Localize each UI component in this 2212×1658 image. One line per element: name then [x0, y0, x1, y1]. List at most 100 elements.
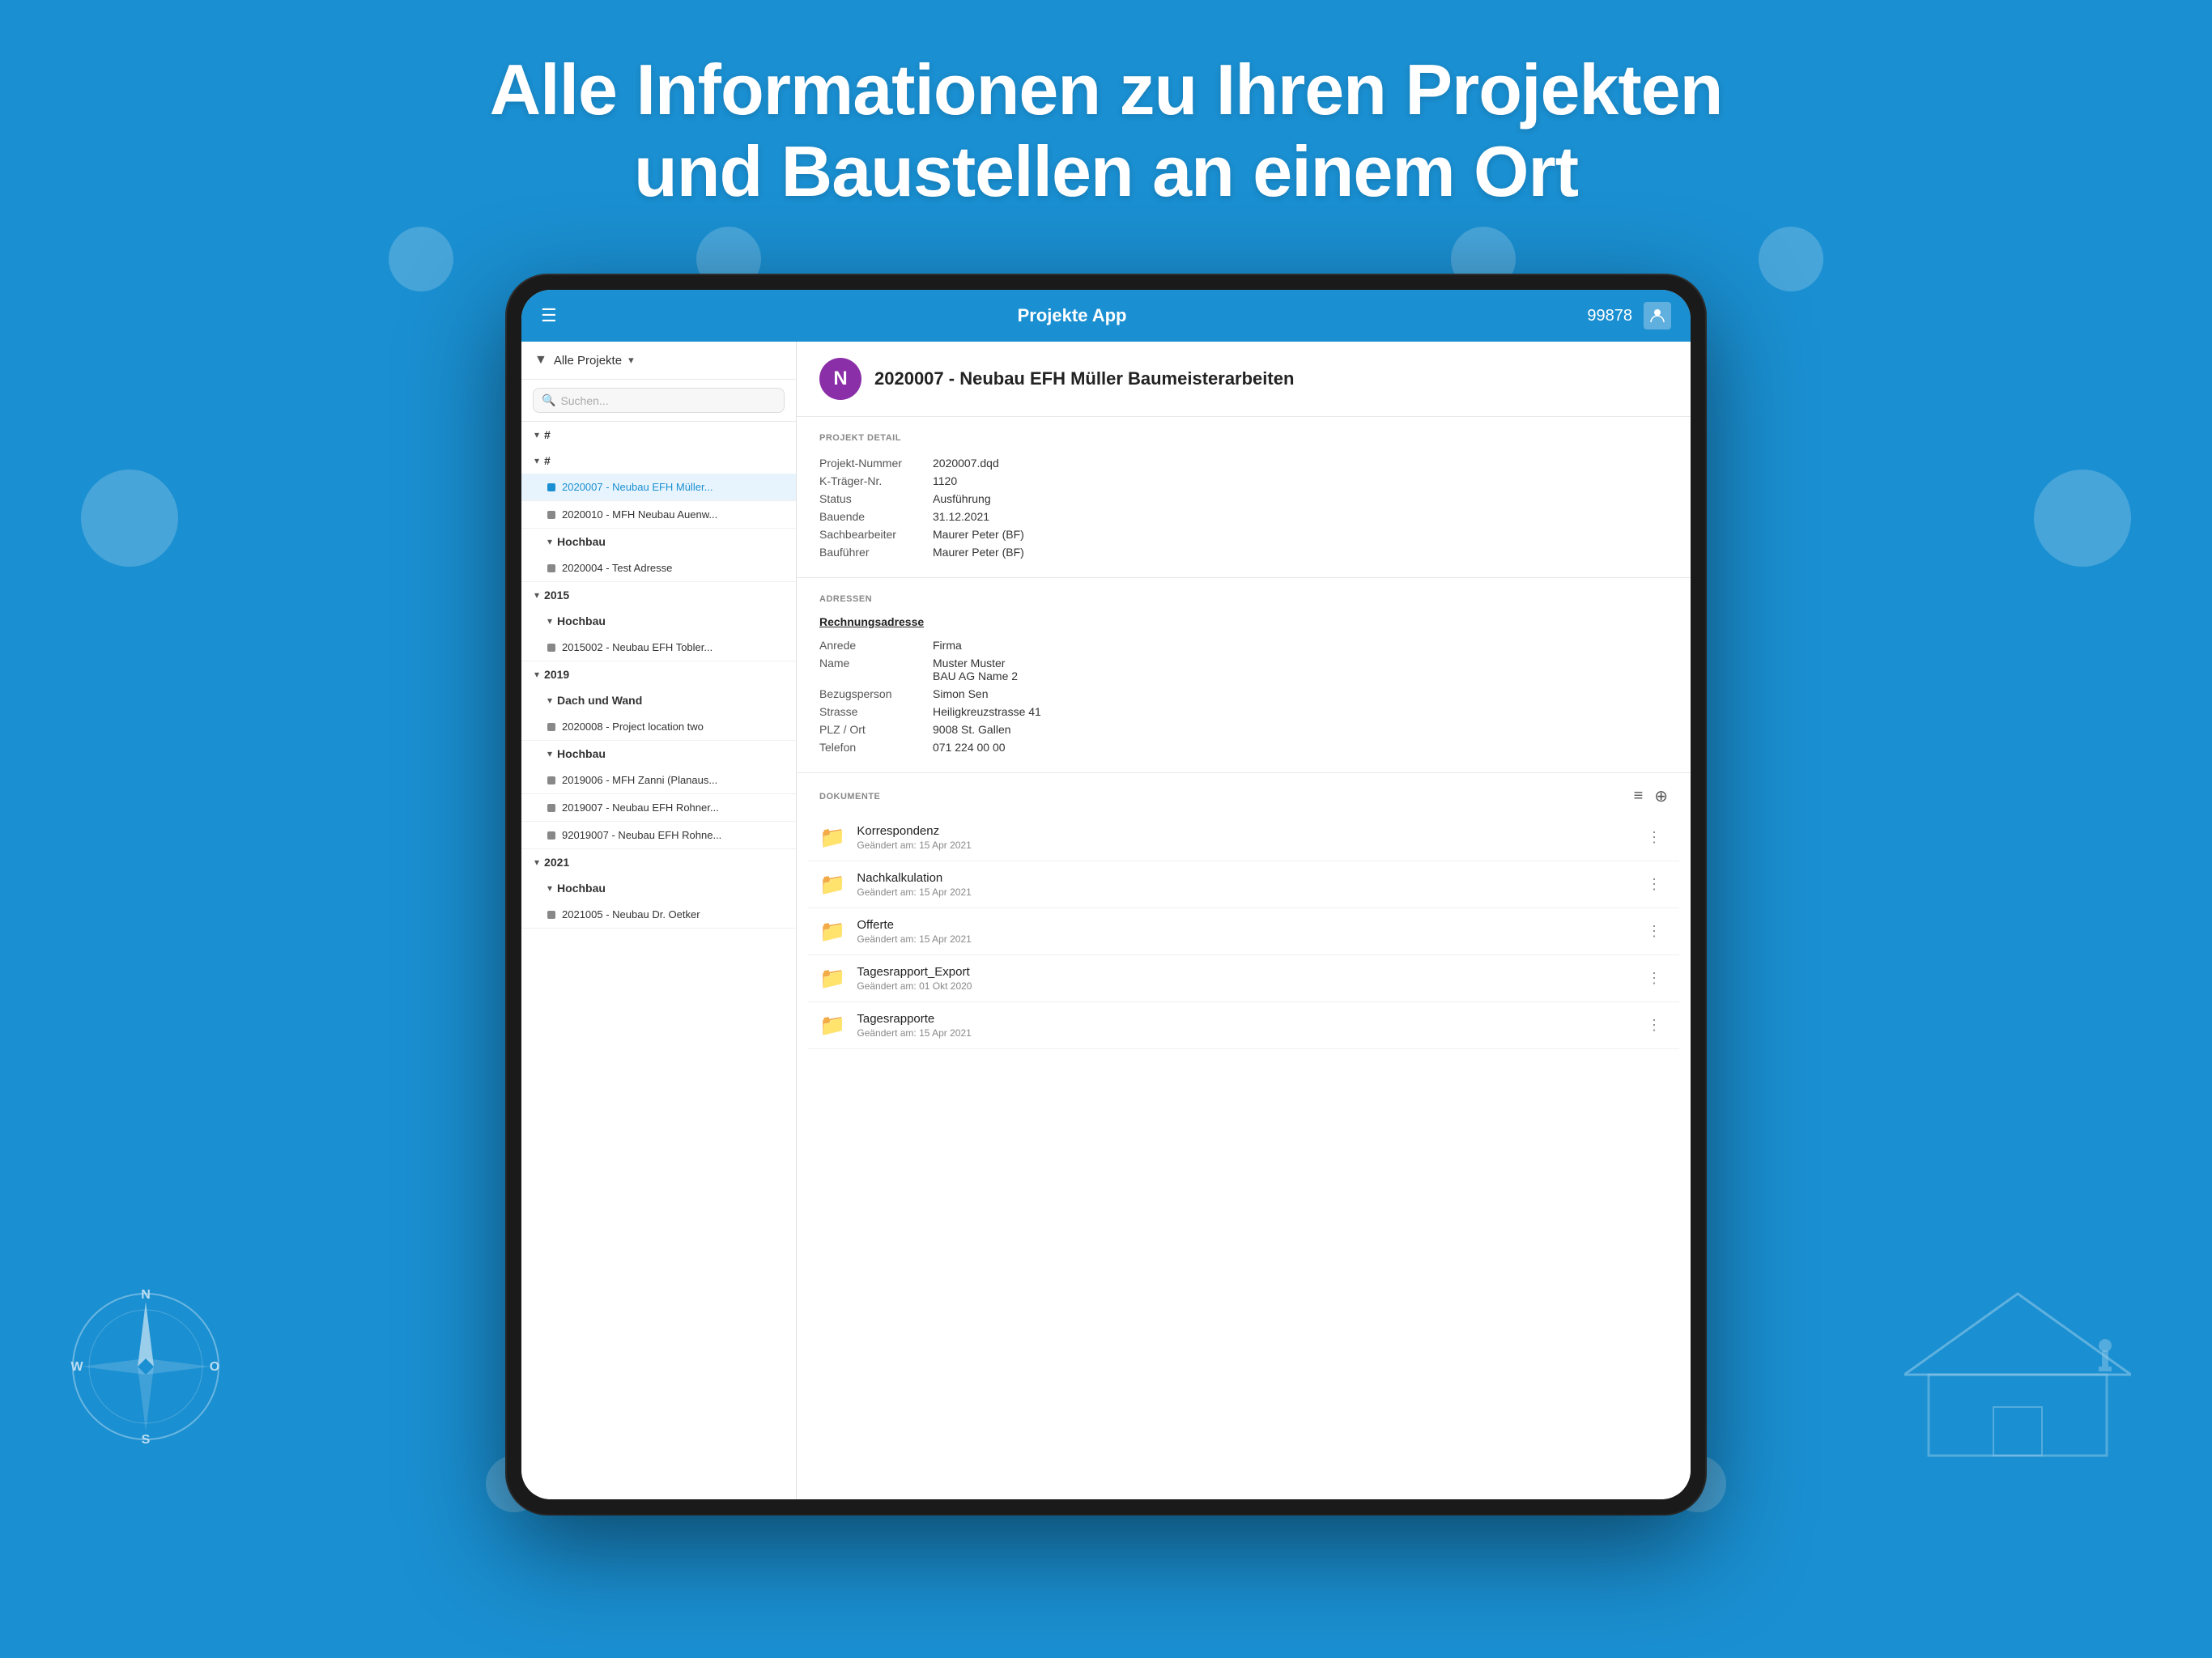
- subgroup-hochbau-1[interactable]: ▾ Hochbau: [521, 529, 796, 555]
- doc-info: Korrespondenz Geändert am: 15 Apr 2021: [857, 824, 1629, 851]
- group-header-hash1[interactable]: ▾ #: [521, 422, 796, 448]
- doc-menu-button[interactable]: ⋮: [1640, 920, 1668, 943]
- user-avatar-button[interactable]: [1644, 302, 1671, 329]
- item-icon: [547, 911, 555, 919]
- doc-info: Offerte Geändert am: 15 Apr 2021: [857, 918, 1629, 945]
- anrede-value[interactable]: Firma: [933, 636, 1668, 654]
- doc-item-offerte[interactable]: 📁 Offerte Geändert am: 15 Apr 2021 ⋮: [808, 908, 1679, 955]
- name-value[interactable]: Muster MusterBAU AG Name 2: [933, 654, 1668, 685]
- deco-circle-6: [2034, 470, 2131, 567]
- doc-info: Nachkalkulation Geändert am: 15 Apr 2021: [857, 871, 1629, 898]
- item-icon: [547, 804, 555, 812]
- subgroup-hochbau-3[interactable]: ▾ Hochbau: [521, 741, 796, 767]
- subgroup-dach-wand[interactable]: ▾ Dach und Wand: [521, 687, 796, 713]
- group-chevron-icon: ▾: [534, 429, 539, 440]
- deco-circle-5: [81, 470, 178, 567]
- menu-button[interactable]: ☰: [541, 305, 557, 326]
- sidebar-list: ▾ # ▾ # 2020007 - Neubau EFH Müller...: [521, 422, 796, 1499]
- compass-icon: N S O W: [65, 1286, 227, 1448]
- detail-row-bauende: Bauende 31.12.2021: [819, 508, 1668, 525]
- adressen-section: ADRESSEN Rechnungsadresse Anrede Firma N…: [797, 578, 1691, 773]
- strasse-value[interactable]: Heiligkreuzstrasse 41: [933, 703, 1668, 721]
- doc-menu-button[interactable]: ⋮: [1640, 967, 1668, 990]
- svg-text:O: O: [210, 1360, 219, 1374]
- subgroup-chevron: ▾: [547, 695, 552, 706]
- subgroup-hochbau-2[interactable]: ▾ Hochbau: [521, 608, 796, 634]
- doc-add-button[interactable]: ⊕: [1654, 786, 1668, 806]
- filter-icon: ▼: [534, 353, 547, 368]
- tablet-outer: ☰ Projekte App 99878: [507, 275, 1705, 1514]
- subgroup-chevron: ▾: [547, 536, 552, 547]
- addr-row-bezugsperson: Bezugsperson Simon Sen: [819, 685, 1668, 703]
- sidebar-item-2020008[interactable]: 2020008 - Project location two: [521, 713, 796, 741]
- person-icon: [1649, 308, 1665, 324]
- projekt-nummer-value[interactable]: 2020007.dqd: [933, 454, 1668, 472]
- tablet-screen: ☰ Projekte App 99878: [521, 290, 1691, 1499]
- group-header-2021[interactable]: ▾ 2021: [521, 849, 796, 875]
- group-header-2015[interactable]: ▾ 2015: [521, 582, 796, 608]
- doc-item-nachkalkulation[interactable]: 📁 Nachkalkulation Geändert am: 15 Apr 20…: [808, 861, 1679, 908]
- doc-item-tagesrapporte[interactable]: 📁 Tagesrapporte Geändert am: 15 Apr 2021…: [808, 1002, 1679, 1049]
- item-icon: [547, 644, 555, 652]
- doc-menu-button[interactable]: ⋮: [1640, 826, 1668, 849]
- subgroup-chevron: ▾: [547, 882, 552, 894]
- project-title: 2020007 - Neubau EFH Müller Baumeisterar…: [874, 368, 1294, 389]
- rechnungsadresse-title: Rechnungsadresse: [819, 615, 1668, 628]
- baufuehrer-value[interactable]: Maurer Peter (BF): [933, 543, 1668, 561]
- user-id: 99878: [1587, 307, 1632, 325]
- detail-row-projektnummer: Projekt-Nummer 2020007.dqd: [819, 454, 1668, 472]
- item-icon: [547, 511, 555, 519]
- addr-row-anrede: Anrede Firma: [819, 636, 1668, 654]
- group-header-2019[interactable]: ▾ 2019: [521, 661, 796, 687]
- search-placeholder: Suchen...: [560, 394, 608, 407]
- doc-header-icons: ≡ ⊕: [1634, 786, 1668, 806]
- sidebar-item-2020010[interactable]: 2020010 - MFH Neubau Auenw...: [521, 501, 796, 529]
- house-icon: [1904, 1286, 2131, 1464]
- search-icon: 🔍: [542, 393, 555, 407]
- doc-list-view-button[interactable]: ≡: [1634, 787, 1644, 806]
- dokumente-label: DOKUMENTE: [819, 792, 880, 801]
- sidebar-item-2015002[interactable]: 2015002 - Neubau EFH Tobler...: [521, 634, 796, 661]
- svg-text:N: N: [141, 1288, 151, 1302]
- doc-item-tagesrapport-export[interactable]: 📁 Tagesrapport_Export Geändert am: 01 Ok…: [808, 955, 1679, 1002]
- sidebar-item-2019007[interactable]: 2019007 - Neubau EFH Rohner...: [521, 794, 796, 822]
- sidebar-item-2021005[interactable]: 2021005 - Neubau Dr. Oetker: [521, 901, 796, 929]
- group-chevron-icon: ▾: [534, 589, 539, 601]
- addr-row-strasse: Strasse Heiligkreuzstrasse 41: [819, 703, 1668, 721]
- subgroup-hochbau-4[interactable]: ▾ Hochbau: [521, 875, 796, 901]
- group-header-hash2[interactable]: ▾ #: [521, 448, 796, 474]
- bezugsperson-value[interactable]: Simon Sen: [933, 685, 1668, 703]
- item-icon: [547, 723, 555, 731]
- filter-label: Alle Projekte: [554, 354, 622, 368]
- status-value[interactable]: Ausführung: [933, 490, 1668, 508]
- dokumente-header: DOKUMENTE ≡ ⊕: [797, 773, 1691, 814]
- projekt-detail-section: PROJEKT DETAIL Projekt-Nummer 2020007.dq…: [797, 417, 1691, 578]
- telefon-value[interactable]: 071 224 00 00: [933, 738, 1668, 756]
- filter-bar[interactable]: ▼ Alle Projekte ▾: [521, 342, 796, 380]
- addr-row-name: Name Muster MusterBAU AG Name 2: [819, 654, 1668, 685]
- sachbearbeiter-value[interactable]: Maurer Peter (BF): [933, 525, 1668, 543]
- sidebar-item-92019007[interactable]: 92019007 - Neubau EFH Rohne...: [521, 822, 796, 849]
- document-list: 📁 Korrespondenz Geändert am: 15 Apr 2021…: [797, 814, 1691, 1049]
- doc-item-korrespondenz[interactable]: 📁 Korrespondenz Geändert am: 15 Apr 2021…: [808, 814, 1679, 861]
- doc-menu-button[interactable]: ⋮: [1640, 1014, 1668, 1037]
- sidebar-item-2020007[interactable]: 2020007 - Neubau EFH Müller...: [521, 474, 796, 501]
- project-header: N 2020007 - Neubau EFH Müller Baumeister…: [797, 342, 1691, 417]
- item-icon: [547, 564, 555, 572]
- svg-text:S: S: [142, 1433, 151, 1447]
- subgroup-chevron: ▾: [547, 748, 552, 759]
- hero-line1: Alle Informationen zu Ihren Projekten: [0, 49, 2212, 130]
- group-chevron-icon: ▾: [534, 669, 539, 680]
- plz-value[interactable]: 9008 St. Gallen: [933, 721, 1668, 738]
- adressen-table: Anrede Firma Name Muster MusterBAU AG Na…: [819, 636, 1668, 756]
- doc-menu-button[interactable]: ⋮: [1640, 873, 1668, 896]
- sidebar-item-2020004[interactable]: 2020004 - Test Adresse: [521, 555, 796, 582]
- project-avatar: N: [819, 358, 861, 400]
- addr-row-plz: PLZ / Ort 9008 St. Gallen: [819, 721, 1668, 738]
- detail-row-status: Status Ausführung: [819, 490, 1668, 508]
- hamburger-icon: ☰: [541, 305, 557, 326]
- dokumente-section: DOKUMENTE ≡ ⊕ 📁 Korrespondenz: [797, 773, 1691, 1049]
- folder-icon: 📁: [819, 825, 845, 850]
- sidebar-item-2019006[interactable]: 2019006 - MFH Zanni (Planaus...: [521, 767, 796, 794]
- search-input-wrapper[interactable]: 🔍 Suchen...: [533, 388, 785, 413]
